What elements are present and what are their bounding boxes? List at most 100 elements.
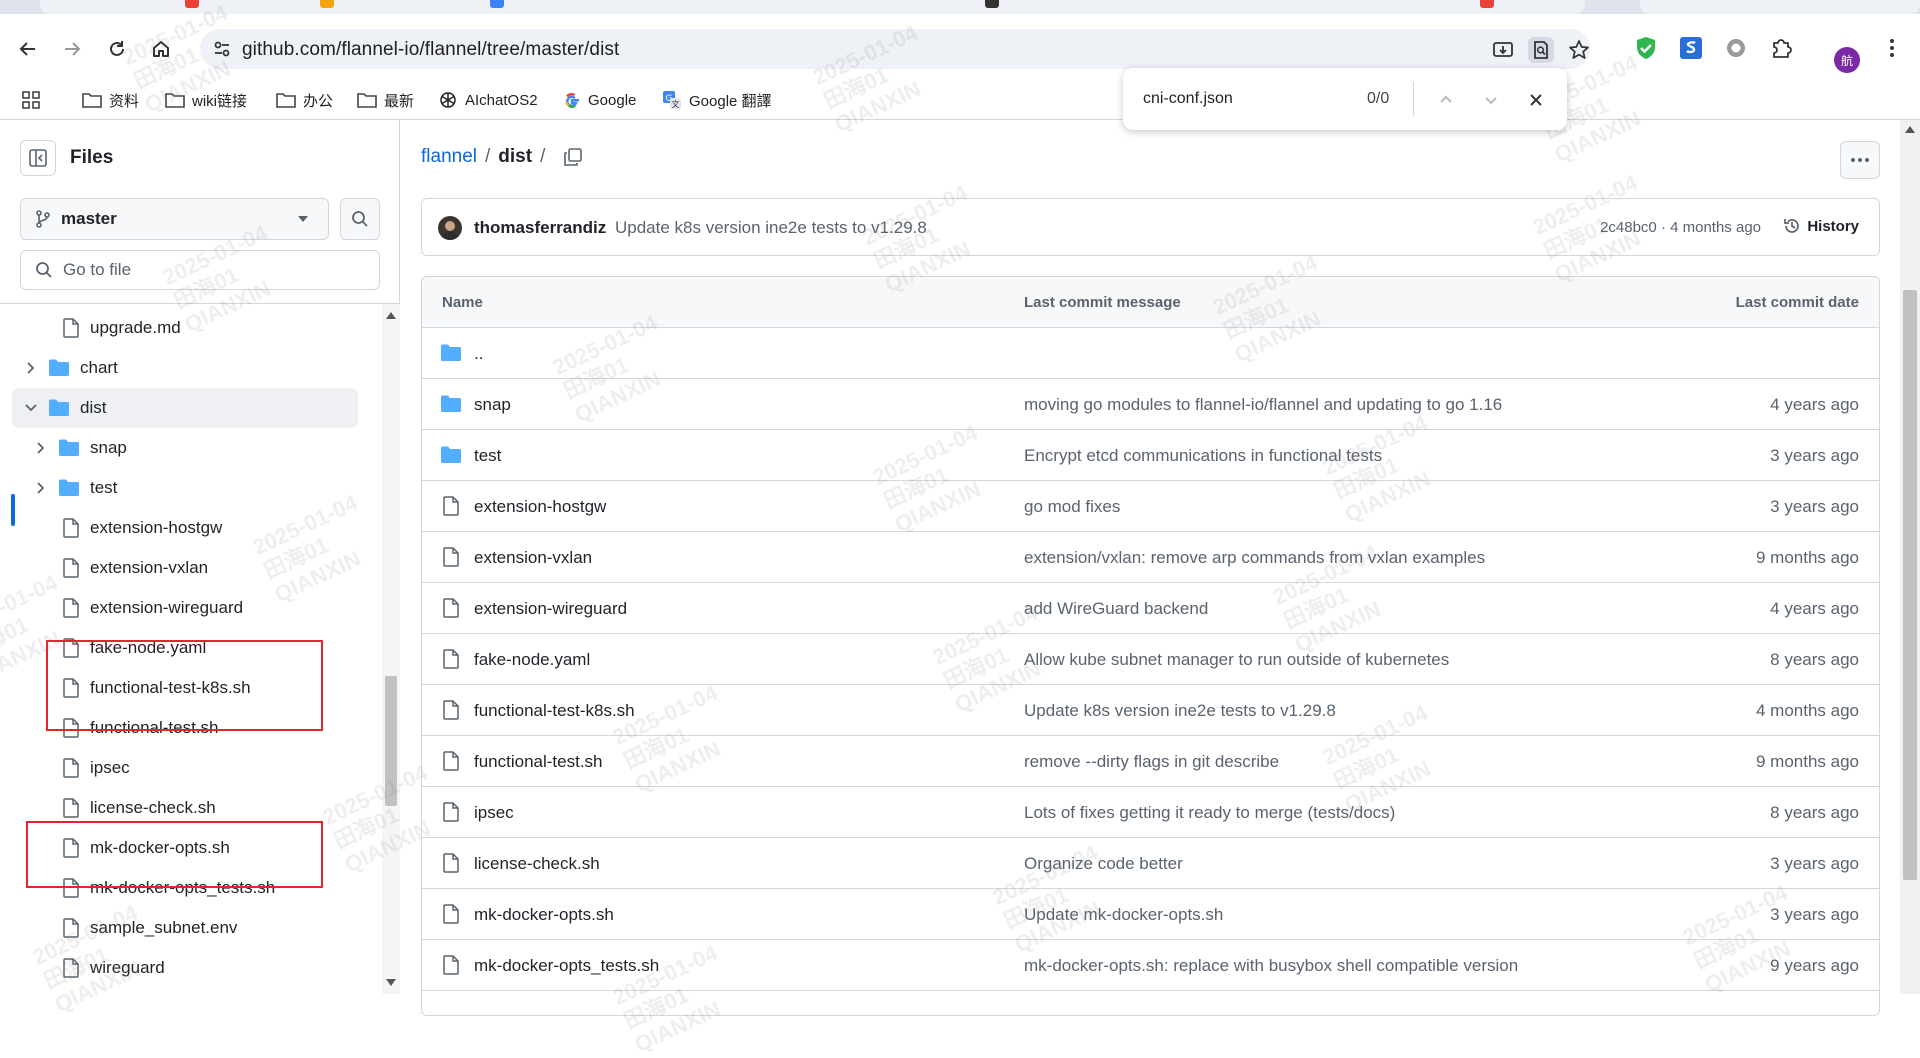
commit-message-link[interactable]: Organize code better	[1024, 854, 1183, 874]
table-row[interactable]: test Encrypt etcd communications in funct…	[422, 430, 1879, 481]
active-tab[interactable]	[40, 0, 1585, 14]
tree-file-item[interactable]: ipsec	[0, 748, 360, 788]
find-close-button[interactable]	[1522, 86, 1550, 114]
file-name-link[interactable]: fake-node.yaml	[474, 650, 590, 670]
table-row[interactable]: extension-vxlan extension/vxlan: remove a…	[422, 532, 1879, 583]
apps-grid-button[interactable]	[22, 80, 40, 120]
tree-folder-item[interactable]: dist	[12, 388, 358, 428]
file-name-link[interactable]: extension-vxlan	[474, 548, 592, 568]
extensions-puzzle-icon[interactable]	[1767, 34, 1795, 62]
commit-message-link[interactable]: Encrypt etcd communications in functiona…	[1024, 446, 1382, 466]
browser-menu-icon[interactable]	[1878, 34, 1906, 62]
commit-message-link[interactable]: mk-docker-opts.sh: replace with busybox …	[1024, 956, 1518, 976]
file-name-link[interactable]: mk-docker-opts.sh	[474, 905, 614, 925]
tree-file-item[interactable]: extension-vxlan	[0, 548, 360, 588]
tree-folder-item[interactable]: snap	[0, 428, 360, 468]
bookmark-link[interactable]: AIchatOS2	[438, 80, 538, 120]
collapse-file-tree-button[interactable]	[20, 140, 56, 176]
file-name-link[interactable]: mk-docker-opts_tests.sh	[474, 956, 659, 976]
search-files-button[interactable]	[340, 198, 380, 240]
file-name-link[interactable]: extension-hostgw	[474, 497, 606, 517]
file-name-link[interactable]: test	[474, 446, 501, 466]
file-name-link[interactable]: snap	[474, 395, 511, 415]
back-button[interactable]	[11, 32, 45, 66]
file-name-link[interactable]: ipsec	[474, 803, 514, 823]
find-next-button[interactable]	[1477, 86, 1505, 114]
s-extension-icon[interactable]	[1677, 34, 1705, 62]
file-tree-scroll-thumb[interactable]	[385, 676, 397, 806]
tree-file-item[interactable]: sample_subnet.env	[0, 908, 360, 948]
commit-message-link[interactable]: go mod fixes	[1024, 497, 1120, 517]
commit-message-link[interactable]: moving go modules to flannel-io/flannel …	[1024, 395, 1502, 415]
scroll-up-icon[interactable]	[386, 312, 396, 320]
commit-message-link[interactable]: Lots of fixes getting it ready to merge …	[1024, 803, 1395, 823]
table-row[interactable]: extension-wireguard add WireGuard backend…	[422, 583, 1879, 634]
tree-file-item[interactable]: wireguard	[0, 948, 360, 988]
chevron-down-icon[interactable]	[24, 401, 38, 415]
home-button[interactable]	[144, 32, 178, 66]
site-info-icon[interactable]	[212, 39, 232, 64]
history-button[interactable]: History	[1783, 217, 1859, 235]
breadcrumb-repo-link[interactable]: flannel	[421, 146, 477, 168]
tree-file-item[interactable]: extension-wireguard	[0, 588, 360, 628]
tree-file-item[interactable]: upgrade.md	[0, 308, 360, 348]
go-to-file-input[interactable]: Go to file	[20, 250, 380, 290]
commit-author[interactable]: thomasferrandiz	[474, 218, 606, 238]
branch-selector[interactable]: master	[20, 198, 329, 240]
table-row[interactable]: mk-docker-opts_tests.sh mk-docker-opts.sh…	[422, 940, 1879, 991]
circle-extension-icon[interactable]	[1722, 34, 1750, 62]
bookmark-link[interactable]: G文 Google 翻譯	[662, 80, 772, 120]
table-row[interactable]: mk-docker-opts.sh Update mk-docker-opts.s…	[422, 889, 1879, 940]
commit-message-link[interactable]: add WireGuard backend	[1024, 599, 1208, 619]
page-scrollbar[interactable]	[1900, 120, 1920, 994]
chevron-right-icon[interactable]	[34, 481, 48, 495]
bookmark-folder[interactable]: wiki链接	[165, 80, 247, 120]
scroll-down-icon[interactable]	[386, 978, 396, 986]
browser-tab[interactable]	[1640, 0, 1920, 14]
forward-button[interactable]	[55, 32, 89, 66]
table-row[interactable]: license-check.sh Organize code better 3 ye…	[422, 838, 1879, 889]
install-app-icon[interactable]	[1490, 37, 1516, 63]
file-tree-scrollbar[interactable]	[382, 304, 400, 994]
commit-message-link[interactable]: Update k8s version ine2e tests to v1.29.…	[1024, 701, 1336, 721]
table-row[interactable]: ..	[422, 328, 1879, 379]
bookmark-folder[interactable]: 办公	[276, 80, 333, 120]
scroll-up-icon[interactable]	[1905, 126, 1915, 134]
find-input[interactable]: cni-conf.json	[1143, 90, 1233, 108]
commit-message-link[interactable]: Allow kube subnet manager to run outside…	[1024, 650, 1449, 670]
table-row[interactable]: functional-test-k8s.sh Update k8s version…	[422, 685, 1879, 736]
table-row[interactable]: functional-test.sh remove --dirty flags i…	[422, 736, 1879, 787]
page-scroll-thumb[interactable]	[1903, 290, 1917, 880]
tree-file-item[interactable]: extension-hostgw	[0, 508, 360, 548]
find-previous-button[interactable]	[1432, 86, 1460, 114]
bookmark-link[interactable]: Google	[563, 80, 636, 120]
chevron-right-icon[interactable]	[24, 361, 38, 375]
tree-folder-item[interactable]: test	[0, 468, 360, 508]
table-row[interactable]: ipsec Lots of fixes getting it ready to m…	[422, 787, 1879, 838]
commit-message-link[interactable]: Update mk-docker-opts.sh	[1024, 905, 1223, 925]
reload-button[interactable]	[100, 32, 134, 66]
chevron-right-icon[interactable]	[34, 441, 48, 455]
commit-message[interactable]: Update k8s version ine2e tests to v1.29.…	[615, 218, 927, 238]
file-name-link[interactable]: extension-wireguard	[474, 599, 627, 619]
table-row[interactable]: fake-node.yaml Allow kube subnet manager …	[422, 634, 1879, 685]
table-row[interactable]: extension-hostgw go mod fixes 3 years ago	[422, 481, 1879, 532]
find-in-page-icon[interactable]	[1528, 37, 1554, 63]
author-avatar[interactable]	[438, 216, 462, 240]
address-bar[interactable]: github.com/flannel-io/flannel/tree/maste…	[200, 29, 1590, 69]
file-name-link[interactable]: license-check.sh	[474, 854, 600, 874]
more-options-button[interactable]	[1840, 141, 1880, 179]
shield-extension-icon[interactable]	[1632, 34, 1660, 62]
tree-folder-item[interactable]: chart	[0, 348, 360, 388]
table-row[interactable]: snap moving go modules to flannel-io/flan…	[422, 379, 1879, 430]
tree-folder-item[interactable]: docs	[0, 990, 360, 994]
file-name-link[interactable]: functional-test-k8s.sh	[474, 701, 635, 721]
bookmark-star-icon[interactable]	[1566, 37, 1592, 63]
profile-avatar[interactable]: 航	[1834, 47, 1860, 73]
copy-path-button[interactable]	[563, 147, 583, 167]
commit-message-link[interactable]: extension/vxlan: remove arp commands fro…	[1024, 548, 1485, 568]
file-name-link[interactable]: ..	[474, 344, 483, 364]
bookmark-folder[interactable]: 最新	[357, 80, 414, 120]
bookmark-folder[interactable]: 资料	[82, 80, 139, 120]
commit-sha-time[interactable]: 2c48bc0 · 4 months ago	[1600, 219, 1761, 236]
